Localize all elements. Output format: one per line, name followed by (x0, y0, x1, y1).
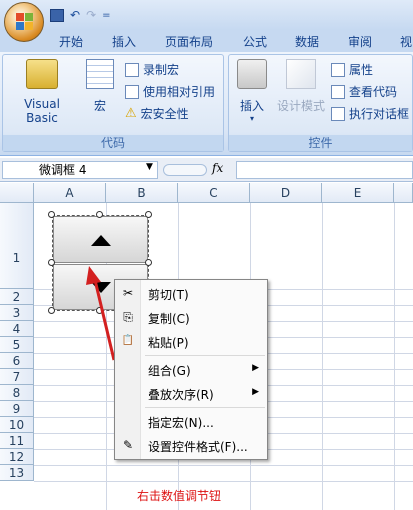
ribbon-tabs: 开始 插入 页面布局 公式 数据 审阅 视 (0, 30, 413, 52)
tab-home[interactable]: 开始 (59, 33, 83, 50)
column-header-e[interactable]: E (322, 183, 394, 203)
resize-handle[interactable] (48, 259, 55, 266)
select-all-corner[interactable] (0, 183, 34, 203)
column-header-d[interactable]: D (250, 183, 322, 203)
name-box[interactable]: 微调框 4 (2, 161, 158, 179)
run-dialog-icon (331, 106, 345, 121)
design-mode-button[interactable]: 设计模式 (275, 59, 327, 114)
menu-item-cut[interactable]: ✂ 剪切(T) (115, 282, 267, 304)
customize-qat-icon[interactable]: = (102, 10, 110, 21)
run-dialog-button[interactable]: 执行对话框 (331, 105, 409, 122)
row-header-3[interactable]: 3 (0, 305, 34, 321)
row-header-13[interactable]: 13 (0, 465, 34, 481)
tab-formulas[interactable]: 公式 (243, 33, 267, 50)
record-macro-button[interactable]: 录制宏 (125, 61, 179, 78)
row-header-10[interactable]: 10 (0, 417, 34, 433)
chevron-down-icon[interactable]: ▼ (146, 162, 153, 172)
quick-access-toolbar: ↶ ↷ = (50, 6, 111, 24)
row-header-12[interactable]: 12 (0, 449, 34, 465)
row-header-9[interactable]: 9 (0, 401, 34, 417)
column-header-c[interactable]: C (178, 183, 250, 203)
row-header-5[interactable]: 5 (0, 337, 34, 353)
resize-handle[interactable] (145, 259, 152, 266)
paste-icon: 📋 (121, 335, 135, 346)
resize-handle[interactable] (145, 211, 152, 218)
triangle-up-icon (91, 235, 111, 246)
chevron-down-icon: ▾ (249, 114, 254, 123)
visual-basic-button[interactable]: Visual Basic (7, 59, 77, 125)
relative-reference-icon (125, 84, 139, 99)
controls-group-label: 控件 (229, 135, 412, 151)
save-icon[interactable] (50, 8, 64, 22)
row-header-8[interactable]: 8 (0, 385, 34, 401)
submenu-arrow-icon: ▶ (252, 387, 259, 397)
view-code-icon (331, 84, 345, 99)
column-header-a[interactable]: A (34, 183, 106, 203)
macro-security-button[interactable]: ⚠ 宏安全性 (125, 105, 189, 122)
insert-function-icon[interactable]: fx (212, 161, 223, 175)
row-header-4[interactable]: 4 (0, 321, 34, 337)
ribbon: Visual Basic 宏 录制宏 使用相对引用 ⚠ 宏安全性 代码 插入 ▾… (0, 52, 413, 156)
column-header-f[interactable] (394, 183, 413, 203)
title-bar: ↶ ↷ = (0, 0, 413, 30)
row-header-1[interactable]: 1 (0, 203, 34, 289)
undo-icon[interactable]: ↶ (70, 8, 80, 22)
record-macro-icon (125, 62, 139, 77)
redo-icon[interactable]: ↷ (86, 8, 96, 22)
resize-handle[interactable] (48, 211, 55, 218)
relative-reference-button[interactable]: 使用相对引用 (125, 83, 215, 100)
menu-item-paste[interactable]: 📋 粘贴(P) (115, 330, 267, 352)
macros-button[interactable]: 宏 (83, 59, 117, 114)
resize-handle[interactable] (48, 307, 55, 314)
menu-item-assign-macro[interactable]: 指定宏(N)... (115, 410, 267, 432)
spin-up-button[interactable] (53, 216, 148, 263)
toolbox-icon (237, 59, 267, 89)
context-menu: ✂ 剪切(T) ⎘ 复制(C) 📋 粘贴(P) 组合(G) ▶ 叠放次序(R) … (114, 279, 268, 460)
row-header-11[interactable]: 11 (0, 433, 34, 449)
scissors-icon: ✂ (122, 286, 134, 300)
macro-icon (86, 59, 114, 89)
office-button[interactable] (4, 2, 44, 42)
resize-handle[interactable] (96, 211, 103, 218)
row-header-7[interactable]: 7 (0, 369, 34, 385)
resize-handle[interactable] (96, 307, 103, 314)
visual-basic-icon (26, 59, 58, 89)
tab-data[interactable]: 数据 (295, 33, 319, 50)
properties-icon (331, 62, 345, 77)
row-header-2[interactable]: 2 (0, 289, 34, 305)
menu-separator (145, 355, 265, 356)
column-header-b[interactable]: B (106, 183, 178, 203)
row-header-6[interactable]: 6 (0, 353, 34, 369)
design-mode-icon (286, 59, 316, 89)
tab-insert[interactable]: 插入 (112, 33, 136, 50)
copy-icon: ⎘ (123, 310, 133, 324)
formula-bar-splitter[interactable] (163, 164, 207, 176)
format-control-icon: ✎ (122, 438, 134, 452)
formula-input[interactable] (236, 161, 413, 179)
tab-page-layout[interactable]: 页面布局 (165, 33, 213, 50)
menu-item-order[interactable]: 叠放次序(R) ▶ (115, 382, 267, 404)
menu-item-group[interactable]: 组合(G) ▶ (115, 358, 267, 380)
menu-separator (145, 407, 265, 408)
properties-button[interactable]: 属性 (331, 61, 373, 78)
annotation-caption: 右击数值调节钮 (137, 489, 222, 503)
menu-item-format-control[interactable]: ✎ 设置控件格式(F)... (115, 434, 267, 456)
tab-review[interactable]: 审阅 (348, 33, 372, 50)
code-group-label: 代码 (3, 135, 223, 151)
view-code-button[interactable]: 查看代码 (331, 83, 397, 100)
warning-icon: ⚠ (125, 106, 137, 121)
code-group: Visual Basic 宏 录制宏 使用相对引用 ⚠ 宏安全性 代码 (2, 54, 224, 152)
office-logo-icon (16, 13, 34, 31)
insert-control-button[interactable]: 插入 ▾ (233, 59, 271, 123)
controls-group: 插入 ▾ 设计模式 属性 查看代码 执行对话框 控件 (228, 54, 413, 152)
menu-item-copy[interactable]: ⎘ 复制(C) (115, 306, 267, 328)
tab-view[interactable]: 视 (400, 33, 412, 50)
formula-bar: 微调框 4 ▼ fx (0, 158, 413, 182)
submenu-arrow-icon: ▶ (252, 363, 259, 373)
